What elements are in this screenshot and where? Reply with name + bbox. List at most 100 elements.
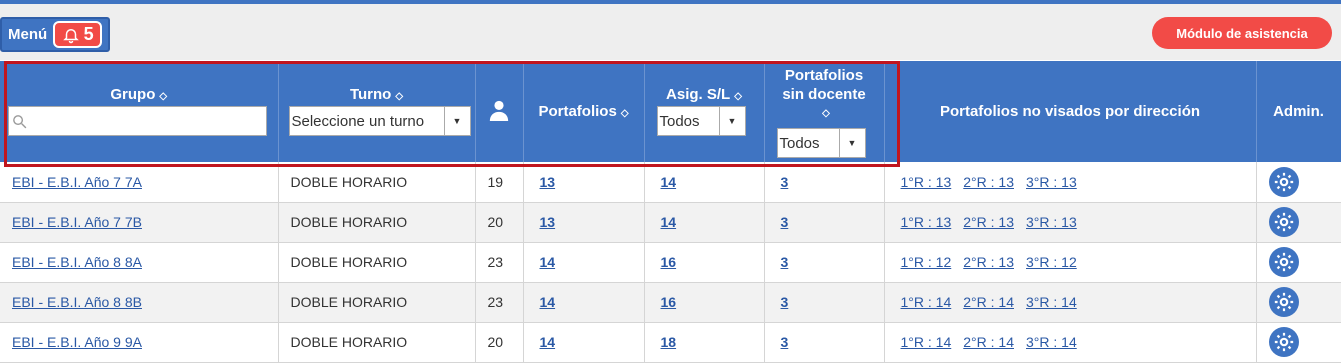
column-label-no-visados: Portafolios no visados por dirección — [939, 103, 1201, 120]
alumnos-cell: 23 — [475, 242, 524, 283]
column-label-portafolios: Portafolios — [538, 103, 617, 120]
column-header-asig: Asig. S/L ◇ Todos ▼ — [644, 61, 765, 162]
column-header-alumnos — [475, 61, 524, 162]
column-header-admin: Admin. — [1256, 61, 1341, 162]
sin-docente-link[interactable]: 3 — [781, 334, 789, 350]
portafolios-link[interactable]: 13 — [540, 214, 556, 230]
sin-docente-select[interactable]: Todos ▼ — [776, 128, 866, 158]
r3-link[interactable]: 3°R : 13 — [1026, 174, 1077, 190]
asig-link[interactable]: 16 — [661, 254, 677, 270]
admin-gear-button[interactable] — [1268, 207, 1299, 237]
r1-link[interactable]: 1°R : 13 — [901, 214, 952, 230]
table-row: EBI - E.B.I. Año 7 7B DOBLE HORARIO 20 1… — [0, 202, 1341, 243]
admin-gear-button[interactable] — [1268, 287, 1299, 317]
user-icon — [489, 100, 509, 121]
r3-link[interactable]: 3°R : 14 — [1026, 334, 1077, 350]
alumnos-cell: 23 — [475, 282, 524, 323]
turno-select[interactable]: Seleccione un turno ▼ — [288, 106, 471, 136]
r2-link[interactable]: 2°R : 14 — [963, 334, 1014, 350]
r2-link[interactable]: 2°R : 13 — [963, 214, 1014, 230]
attendance-module-button[interactable]: Módulo de asistencia — [1152, 17, 1332, 49]
r2-link[interactable]: 2°R : 13 — [963, 254, 1014, 270]
gear-icon — [1274, 252, 1293, 272]
sort-icon: ◇ — [395, 91, 404, 102]
turno-cell: DOBLE HORARIO — [278, 322, 476, 363]
turno-cell: DOBLE HORARIO — [278, 282, 476, 323]
search-icon — [13, 114, 27, 128]
bell-icon — [62, 28, 79, 43]
alumnos-cell: 20 — [475, 202, 524, 243]
top-bar: Menú 5 Módulo de asistencia — [0, 4, 1341, 60]
table-row: EBI - E.B.I. Año 8 8B DOBLE HORARIO 23 1… — [0, 282, 1341, 323]
chevron-down-icon: ▼ — [838, 129, 865, 157]
r3-link[interactable]: 3°R : 13 — [1026, 214, 1077, 230]
sin-docente-link[interactable]: 3 — [781, 294, 789, 310]
notification-count: 5 — [83, 24, 94, 44]
r2-link[interactable]: 2°R : 13 — [963, 174, 1014, 190]
sort-grupo[interactable]: Grupo ◇ — [0, 86, 278, 103]
r1-link[interactable]: 1°R : 12 — [901, 254, 952, 270]
admin-gear-button[interactable] — [1268, 247, 1299, 277]
turno-cell: DOBLE HORARIO — [278, 162, 476, 203]
sin-docente-link[interactable]: 3 — [781, 254, 789, 270]
chevron-down-icon: ▼ — [443, 107, 470, 135]
admin-gear-button[interactable] — [1268, 327, 1299, 357]
portafolios-link[interactable]: 14 — [540, 334, 556, 350]
column-header-sin-docente: Portafolios sin docente ◇ Todos ▼ — [764, 61, 885, 162]
sort-asig[interactable]: Asig. S/L ◇ — [645, 86, 764, 103]
alumnos-cell: 20 — [475, 322, 524, 363]
r3-link[interactable]: 3°R : 14 — [1026, 294, 1077, 310]
table-row: EBI - E.B.I. Año 7 7A DOBLE HORARIO 19 1… — [0, 162, 1341, 203]
table-row: EBI - E.B.I. Año 8 8A DOBLE HORARIO 23 1… — [0, 242, 1341, 283]
r1-link[interactable]: 1°R : 14 — [901, 334, 952, 350]
grupo-search-input[interactable] — [8, 106, 267, 136]
grupo-link[interactable]: EBI - E.B.I. Año 9 9A — [12, 334, 142, 350]
turno-cell: DOBLE HORARIO — [278, 242, 476, 283]
asig-link[interactable]: 16 — [661, 294, 677, 310]
column-label-admin: Admin. — [1273, 103, 1324, 120]
grupo-link[interactable]: EBI - E.B.I. Año 8 8A — [12, 254, 142, 270]
column-label-asig: Asig. S/L — [666, 86, 731, 103]
column-label-turno: Turno — [349, 86, 392, 103]
chevron-down-icon: ▼ — [718, 107, 745, 135]
r1-link[interactable]: 1°R : 13 — [901, 174, 952, 190]
gear-icon — [1274, 332, 1293, 352]
alumnos-cell: 19 — [475, 162, 524, 203]
turno-select-value: Seleccione un turno — [291, 112, 425, 130]
sort-sin-docente[interactable]: Portafolios sin docente ◇ — [765, 66, 884, 123]
grupo-link[interactable]: EBI - E.B.I. Año 7 7A — [12, 174, 142, 190]
column-header-no-visados: Portafolios no visados por dirección — [884, 61, 1257, 162]
sort-turno[interactable]: Turno ◇ — [279, 86, 475, 103]
asig-link[interactable]: 14 — [661, 214, 677, 230]
gear-icon — [1274, 292, 1293, 312]
sin-docente-select-value: Todos — [779, 134, 820, 152]
admin-gear-button[interactable] — [1268, 166, 1299, 197]
grupo-link[interactable]: EBI - E.B.I. Año 7 7B — [12, 214, 142, 230]
r1-link[interactable]: 1°R : 14 — [901, 294, 952, 310]
portafolios-link[interactable]: 14 — [540, 294, 556, 310]
gear-icon — [1274, 212, 1293, 232]
sort-icon: ◇ — [822, 108, 830, 119]
sort-icon: ◇ — [159, 91, 168, 102]
column-header-portafolios[interactable]: Portafolios ◇ — [523, 61, 645, 162]
column-label-sin-docente-1: Portafolios — [784, 67, 864, 84]
sort-icon: ◇ — [734, 91, 742, 102]
portafolios-link[interactable]: 13 — [540, 174, 556, 190]
sin-docente-link[interactable]: 3 — [781, 174, 789, 190]
sin-docente-link[interactable]: 3 — [781, 214, 789, 230]
menu-button[interactable]: Menú 5 — [0, 17, 110, 52]
column-header-grupo: Grupo ◇ — [0, 61, 279, 162]
column-header-turno: Turno ◇ Seleccione un turno ▼ — [278, 61, 476, 162]
portafolios-link[interactable]: 14 — [540, 254, 556, 270]
sort-icon: ◇ — [620, 108, 629, 119]
notification-badge[interactable]: 5 — [53, 21, 103, 48]
groups-table: Grupo ◇ Turno ◇ Seleccione un turno ▼ Po… — [0, 61, 1341, 363]
column-label-sin-docente-2: sin docente — [782, 86, 866, 103]
asig-select-value: Todos — [659, 112, 700, 130]
grupo-link[interactable]: EBI - E.B.I. Año 8 8B — [12, 294, 142, 310]
r3-link[interactable]: 3°R : 12 — [1026, 254, 1077, 270]
asig-link[interactable]: 14 — [661, 174, 677, 190]
r2-link[interactable]: 2°R : 14 — [963, 294, 1014, 310]
asig-link[interactable]: 18 — [661, 334, 677, 350]
asig-select[interactable]: Todos ▼ — [656, 106, 746, 136]
